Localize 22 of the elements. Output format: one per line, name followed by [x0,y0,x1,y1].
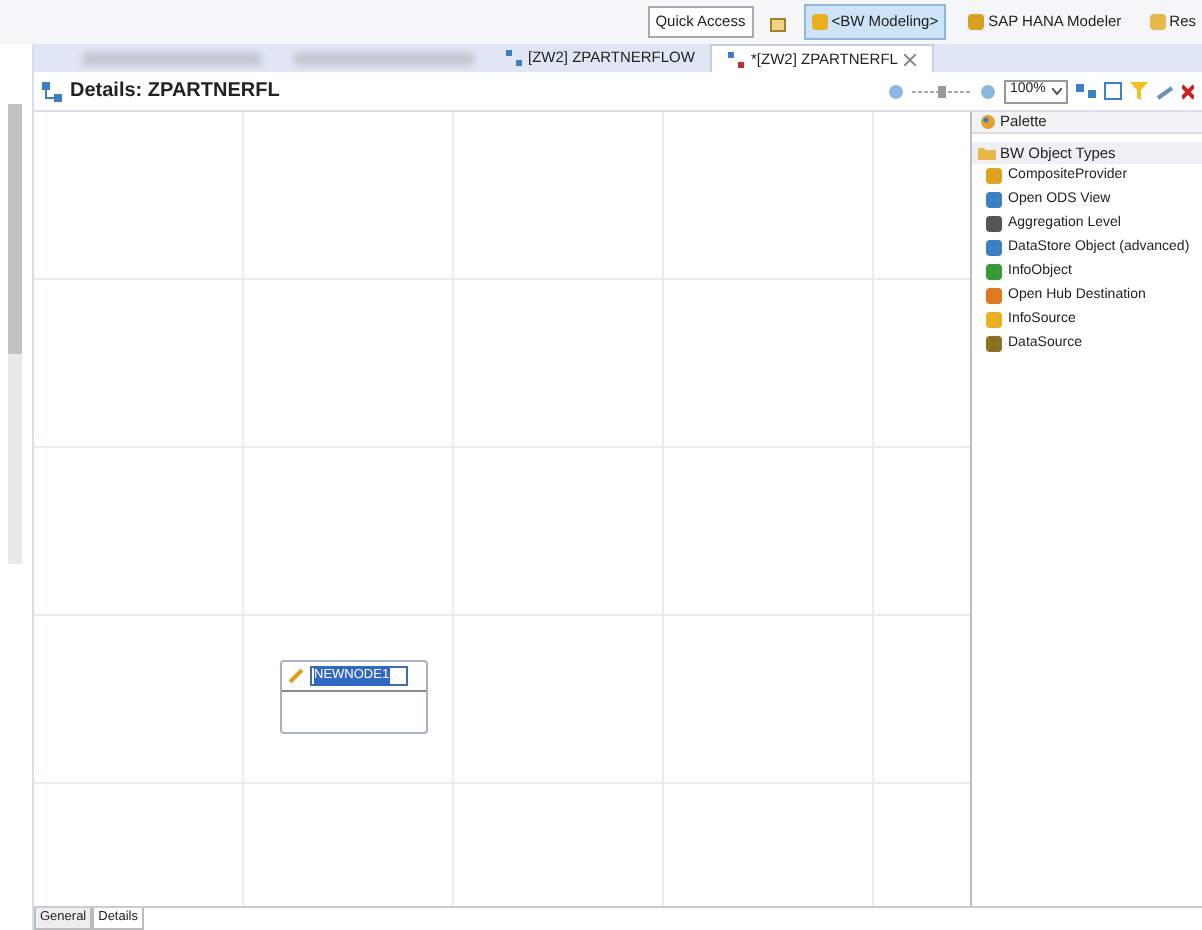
close-icon[interactable] [903,53,916,65]
perspective-icon [968,14,985,30]
zoom-out-icon[interactable] [888,83,904,99]
pen-icon[interactable] [1156,82,1174,100]
open-perspective-icon[interactable] [769,13,788,31]
perspective-icon [811,14,828,30]
model-icon [42,81,62,101]
pencil-icon [288,668,306,684]
perspective-icon [1149,14,1166,30]
model-icon [506,50,522,66]
palette-icon [980,114,996,130]
zoom-slider[interactable] [912,83,972,99]
editor-title: Details: ZPARTNERFL [70,78,280,106]
model-icon [728,51,745,67]
scrollbar[interactable] [8,104,22,564]
layout-icon[interactable] [1076,82,1096,100]
folder-icon [978,146,996,160]
close-icon[interactable] [1182,83,1194,99]
filter-icon[interactable] [1130,82,1148,100]
grid-icon[interactable] [1104,82,1122,100]
caret-icon [1052,87,1062,95]
zoom-in-icon[interactable] [980,83,996,99]
